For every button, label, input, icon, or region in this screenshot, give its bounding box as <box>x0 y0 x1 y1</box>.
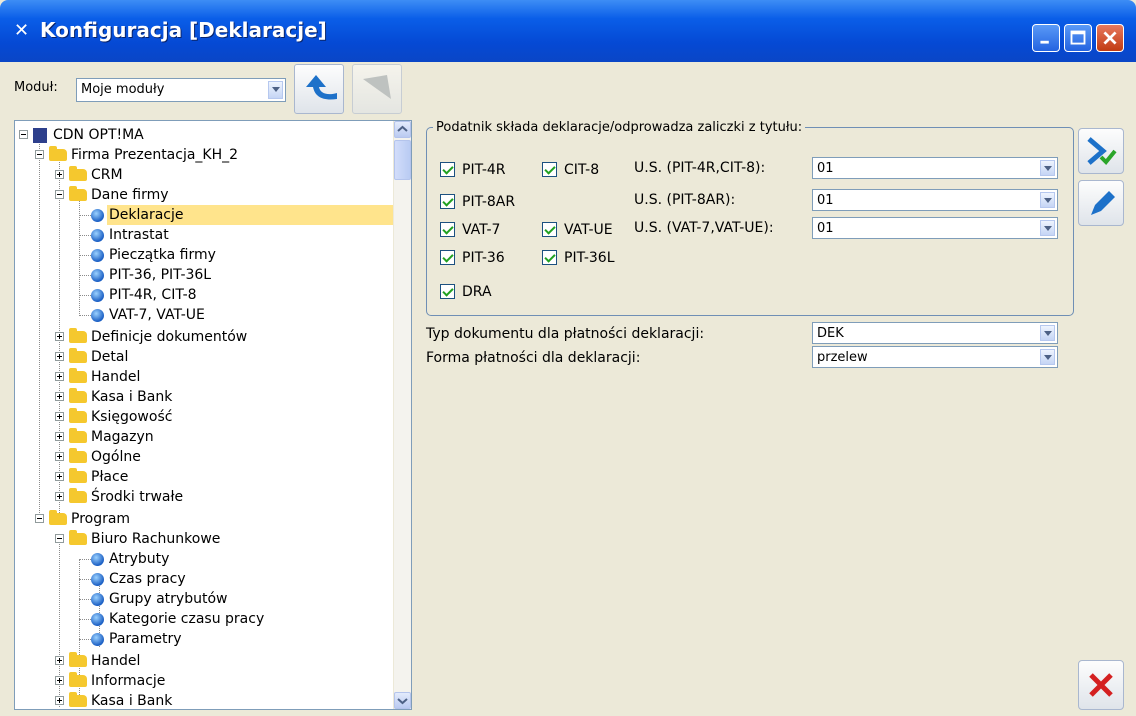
scroll-down-button[interactable] <box>394 692 411 709</box>
settings-node-icon <box>91 289 104 302</box>
chevron-down-icon <box>397 698 408 705</box>
edit-button[interactable] <box>1078 180 1124 226</box>
us-pit4r-select[interactable]: 01 <box>812 157 1058 179</box>
check-icon[interactable] <box>440 162 455 177</box>
folder-icon <box>69 692 87 707</box>
tree-scrollbar[interactable] <box>393 121 411 709</box>
save-icon <box>1087 137 1117 165</box>
expand-icon[interactable] <box>55 696 64 705</box>
expand-icon[interactable] <box>55 170 64 179</box>
expand-icon[interactable] <box>55 392 64 401</box>
arrow-diagonal-icon <box>363 75 391 99</box>
move-button[interactable] <box>352 64 402 114</box>
us-vat7-select[interactable]: 01 <box>812 217 1058 239</box>
collapse-icon[interactable] <box>55 534 64 543</box>
chevron-down-icon[interactable] <box>1040 192 1055 208</box>
folder-icon <box>49 510 67 525</box>
expand-icon[interactable] <box>55 472 64 481</box>
app-icon: ✕ <box>14 20 30 41</box>
check-icon[interactable] <box>542 222 557 237</box>
collapse-icon[interactable] <box>19 130 28 139</box>
folder-icon <box>69 408 87 423</box>
check-icon[interactable] <box>440 250 455 265</box>
expand-icon[interactable] <box>55 656 64 665</box>
expand-icon[interactable] <box>55 412 64 421</box>
settings-node-icon <box>91 573 104 586</box>
title-bar[interactable]: ✕ Konfiguracja [Deklaracje] <box>0 0 1136 62</box>
group-legend: Podatnik składa deklaracje/odprowadza za… <box>436 120 803 135</box>
chevron-down-icon[interactable] <box>1040 325 1055 341</box>
check-icon[interactable] <box>542 162 557 177</box>
config-window: ✕ Konfiguracja [Deklaracje] Moduł: Moje … <box>0 0 1136 716</box>
chevron-down-icon[interactable] <box>1040 160 1055 176</box>
settings-node-icon <box>91 209 104 222</box>
close-window-button[interactable] <box>1096 24 1124 52</box>
folder-icon <box>69 448 87 463</box>
settings-node-icon <box>91 553 104 566</box>
settings-node-icon <box>91 309 104 322</box>
database-icon <box>33 128 47 143</box>
folder-icon <box>69 488 87 503</box>
expand-icon[interactable] <box>55 332 64 341</box>
folder-icon <box>69 652 87 667</box>
arrow-up-icon <box>306 75 337 100</box>
module-select[interactable]: Moje moduły <box>76 78 286 102</box>
check-icon[interactable] <box>542 250 557 265</box>
scroll-up-button[interactable] <box>394 121 411 138</box>
window-title: Konfiguracja [Deklaracje] <box>40 18 327 42</box>
payment-select[interactable]: przelew <box>812 346 1058 368</box>
doc-type-label: Typ dokumentu dla płatności deklaracji: <box>426 326 705 342</box>
folder-icon <box>69 186 87 201</box>
us-pit8ar-select[interactable]: 01 <box>812 189 1058 211</box>
settings-node-icon <box>91 633 104 646</box>
expand-icon[interactable] <box>55 452 64 461</box>
payment-label: Forma płatności dla deklaracji: <box>426 350 641 366</box>
go-up-button[interactable] <box>294 64 344 114</box>
folder-icon <box>69 368 87 383</box>
close-icon <box>1089 673 1113 697</box>
module-label: Moduł: <box>14 80 58 95</box>
folder-icon <box>69 672 87 687</box>
expand-icon[interactable] <box>55 676 64 685</box>
expand-icon[interactable] <box>55 432 64 441</box>
expand-icon[interactable] <box>55 492 64 501</box>
cancel-button[interactable] <box>1078 660 1124 710</box>
folder-icon <box>69 428 87 443</box>
chevron-down-icon[interactable] <box>268 81 283 99</box>
doc-type-select[interactable]: DEK <box>812 322 1058 344</box>
save-button[interactable] <box>1078 128 1124 174</box>
settings-node-icon <box>91 593 104 606</box>
chevron-down-icon[interactable] <box>1040 349 1055 365</box>
settings-node-icon <box>91 229 104 242</box>
chevron-up-icon <box>397 125 408 132</box>
settings-node-icon <box>91 249 104 262</box>
edit-icon <box>1091 191 1115 215</box>
folder-icon <box>69 166 87 181</box>
folder-icon <box>69 468 87 483</box>
us-pit8ar-label: U.S. (PIT-8AR): <box>634 192 736 208</box>
folder-icon <box>69 328 87 343</box>
folder-icon <box>49 146 67 161</box>
expand-icon[interactable] <box>55 372 64 381</box>
scroll-thumb[interactable] <box>394 140 411 180</box>
minimize-button[interactable] <box>1032 24 1060 52</box>
maximize-button[interactable] <box>1064 24 1092 52</box>
check-icon[interactable] <box>440 194 455 209</box>
collapse-icon[interactable] <box>55 190 64 199</box>
config-tree[interactable]: CDN OPT!MA Firma Prezentacja_KH_2 CRM Da… <box>14 120 412 710</box>
chevron-down-icon[interactable] <box>1040 220 1055 236</box>
module-select-value: Moje moduły <box>81 82 165 97</box>
us-vat7-label: U.S. (VAT-7,VAT-UE): <box>634 220 774 236</box>
folder-icon <box>69 530 87 545</box>
folder-icon <box>69 388 87 403</box>
folder-icon <box>69 348 87 363</box>
expand-icon[interactable] <box>55 352 64 361</box>
check-icon[interactable] <box>440 222 455 237</box>
collapse-icon[interactable] <box>35 514 44 523</box>
settings-node-icon <box>91 613 104 626</box>
collapse-icon[interactable] <box>35 150 44 159</box>
us-pit4r-label: U.S. (PIT-4R,CIT-8): <box>634 160 766 176</box>
check-icon[interactable] <box>440 284 455 299</box>
settings-node-icon <box>91 269 104 282</box>
